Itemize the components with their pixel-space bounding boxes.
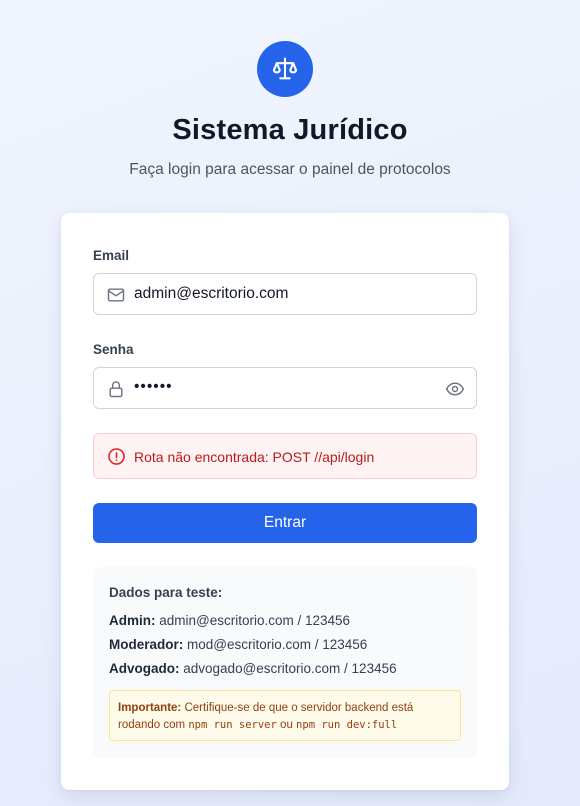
email-value: admin@escritorio.com bbox=[134, 285, 289, 302]
mail-icon bbox=[107, 288, 125, 302]
account-credentials: advogado@escritorio.com / 123456 bbox=[183, 661, 397, 676]
account-role: Moderador: bbox=[109, 637, 184, 652]
note-command: npm run server bbox=[188, 719, 277, 731]
note-command: npm run dev:full bbox=[296, 719, 398, 731]
scale-balance-icon bbox=[272, 57, 298, 80]
login-card: Email admin@escritorio.com Senha •••••• … bbox=[61, 213, 509, 790]
note-text: rodando com bbox=[118, 719, 186, 731]
test-account-admin: Admin: admin@escritorio.com / 123456 bbox=[109, 613, 350, 628]
account-role: Admin: bbox=[109, 613, 156, 628]
note-strong: Importante: bbox=[118, 702, 182, 714]
password-label: Senha bbox=[93, 342, 134, 357]
password-field[interactable]: •••••• bbox=[93, 367, 477, 409]
account-credentials: mod@escritorio.com / 123456 bbox=[187, 637, 368, 652]
test-credentials-title: Dados para teste: bbox=[109, 585, 223, 600]
test-account-lawyer: Advogado: advogado@escritorio.com / 1234… bbox=[109, 661, 397, 676]
page-title: Sistema Jurídico bbox=[172, 114, 408, 146]
note-text: ou bbox=[280, 719, 293, 731]
lock-icon bbox=[109, 381, 123, 398]
test-account-moderator: Moderador: mod@escritorio.com / 123456 bbox=[109, 637, 367, 652]
account-role: Advogado: bbox=[109, 661, 180, 676]
password-value: •••••• bbox=[134, 378, 173, 395]
backend-warning-note: Importante: Certifique-se de que o servi… bbox=[109, 690, 461, 741]
eye-icon[interactable] bbox=[445, 379, 465, 399]
error-alert: Rota não encontrada: POST //api/login bbox=[93, 433, 477, 479]
note-text: Certifique-se de que o servidor backend … bbox=[184, 702, 414, 714]
test-credentials-box: Dados para teste: Admin: admin@escritori… bbox=[93, 567, 477, 758]
email-field[interactable]: admin@escritorio.com bbox=[93, 273, 477, 315]
error-message: Rota não encontrada: POST //api/login bbox=[134, 449, 375, 465]
account-credentials: admin@escritorio.com / 123456 bbox=[159, 613, 351, 628]
login-button[interactable]: Entrar bbox=[93, 503, 477, 543]
email-label: Email bbox=[93, 248, 130, 263]
page-subtitle: Faça login para acessar o painel de prot… bbox=[129, 161, 451, 178]
alert-circle-icon bbox=[108, 448, 125, 465]
app-logo bbox=[257, 41, 313, 97]
